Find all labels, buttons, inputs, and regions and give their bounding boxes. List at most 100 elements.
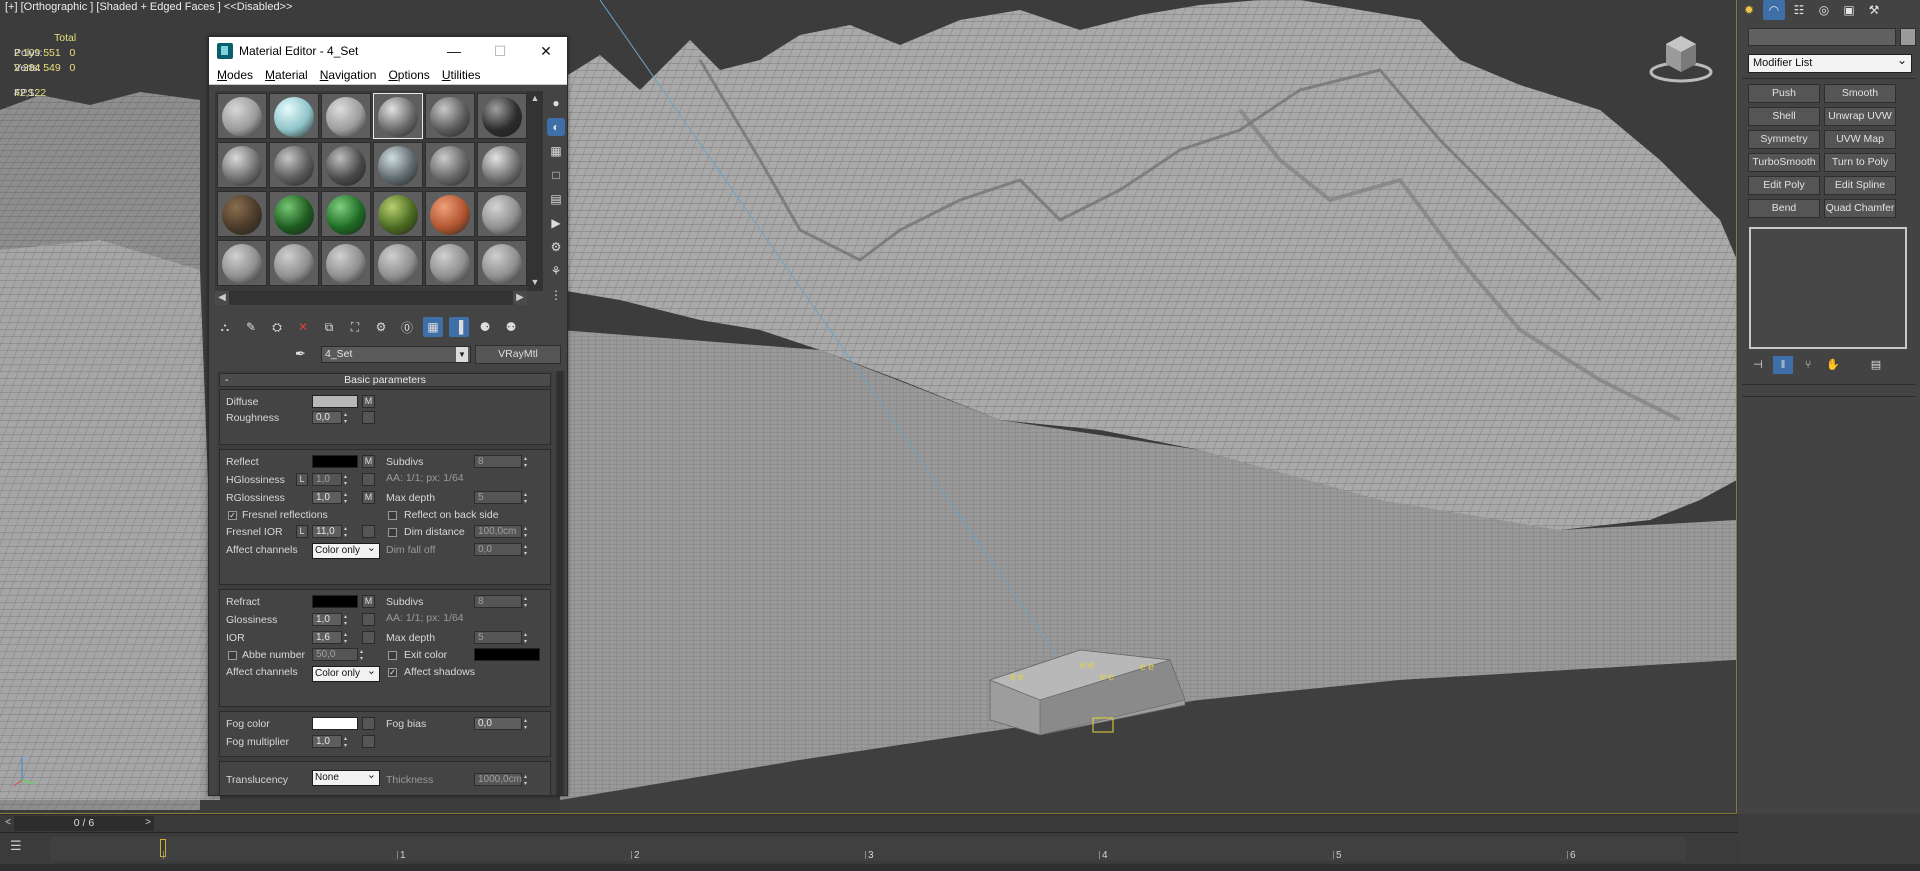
modifier-button-push[interactable]: Push <box>1748 84 1820 103</box>
modifier-button-turn-to-poly[interactable]: Turn to Poly <box>1824 153 1896 172</box>
modifier-button-quad-chamfer[interactable]: Quad Chamfer <box>1824 199 1896 218</box>
dim-falloff-spinner[interactable]: 0,0 <box>474 543 534 557</box>
material-slot[interactable] <box>373 240 423 286</box>
rglossiness-map-button[interactable]: M <box>362 491 375 504</box>
scroll-down-icon[interactable]: ▼ <box>529 277 541 289</box>
fog-multiplier-map-button[interactable] <box>362 735 375 748</box>
menu-material[interactable]: Material <box>265 68 308 82</box>
affect-shadows-checkbox[interactable]: ✓ <box>388 668 397 677</box>
next-frame-icon[interactable]: > <box>142 817 154 831</box>
make-unique-icon[interactable]: ⛶ <box>345 317 365 337</box>
curve-editor-icon[interactable]: ☰ <box>10 838 32 854</box>
background-icon[interactable]: ▦ <box>547 142 565 160</box>
material-name-field[interactable]: 4_Set ▼ <box>321 346 471 363</box>
material-slot[interactable] <box>217 191 267 237</box>
assign-to-selection-icon[interactable]: ⛭ <box>267 317 287 337</box>
modifier-button-symmetry[interactable]: Symmetry <box>1748 130 1820 149</box>
show-shaded-icon[interactable]: ▦ <box>423 317 443 337</box>
material-slot[interactable] <box>425 240 475 286</box>
reflect-subdivs-spinner[interactable]: 8 <box>474 455 534 469</box>
material-id-icon[interactable]: ⓪ <box>397 317 417 337</box>
diffuse-map-button[interactable]: M <box>362 395 375 408</box>
roughness-spinner[interactable]: 0,0 <box>312 411 354 425</box>
glossiness-map-button[interactable] <box>362 613 375 626</box>
configure-sets-icon[interactable]: ▤ <box>1866 356 1886 374</box>
show-end-result-icon[interactable]: ▐ <box>449 317 469 337</box>
material-slot[interactable] <box>425 93 475 139</box>
translucency-dropdown[interactable]: None <box>312 768 380 786</box>
menu-utilities[interactable]: Utilities <box>442 68 481 82</box>
hierarchy-tab-icon[interactable]: ☷ <box>1788 0 1810 20</box>
refract-maxdepth-spinner[interactable]: 5 <box>474 631 534 645</box>
material-explorer-icon[interactable]: ⋮ <box>547 286 565 304</box>
diffuse-color-swatch[interactable] <box>312 395 358 408</box>
material-slot[interactable] <box>269 142 319 188</box>
material-slot[interactable] <box>477 191 527 237</box>
reflect-maxdepth-spinner[interactable]: 5 <box>474 491 534 505</box>
scroll-up-icon[interactable]: ▲ <box>529 93 541 105</box>
modifier-button-bend[interactable]: Bend <box>1748 199 1820 218</box>
fog-multiplier-spinner[interactable]: 1,0 <box>312 735 354 749</box>
material-slot[interactable] <box>217 240 267 286</box>
fresnel-checkbox[interactable]: ✓ <box>228 511 237 520</box>
rglossiness-spinner[interactable]: 1,0 <box>312 491 354 505</box>
refract-subdivs-spinner[interactable]: 8 <box>474 595 534 609</box>
refract-color-swatch[interactable] <box>312 595 358 608</box>
modifier-button-edit-poly[interactable]: Edit Poly <box>1748 176 1820 195</box>
make-copy-icon[interactable]: ⧉ <box>319 317 339 337</box>
modify-tab-icon[interactable]: ◠ <box>1763 0 1785 20</box>
display-tab-icon[interactable]: ▣ <box>1838 0 1860 20</box>
material-type-button[interactable]: VRayMtl <box>475 345 561 364</box>
fog-bias-spinner[interactable]: 0,0 <box>474 717 534 731</box>
time-slider[interactable]: < 0 / 6 > <box>0 814 1738 832</box>
put-to-library-icon[interactable]: ⚙ <box>371 317 391 337</box>
scroll-right-icon[interactable]: ▶ <box>513 291 527 305</box>
go-forward-sibling-icon[interactable]: ⚉ <box>501 317 521 337</box>
modifier-button-shell[interactable]: Shell <box>1748 107 1820 126</box>
viewcube-icon[interactable] <box>1648 30 1714 84</box>
material-slot[interactable] <box>321 191 371 237</box>
material-slot[interactable] <box>477 240 527 286</box>
material-slot[interactable] <box>425 191 475 237</box>
close-button[interactable]: ✕ <box>523 37 569 65</box>
pin-stack-icon[interactable]: ⊣ <box>1748 356 1768 374</box>
motion-tab-icon[interactable]: ◎ <box>1813 0 1835 20</box>
refract-affect-channels-dropdown[interactable]: Color only <box>312 664 380 682</box>
material-slot[interactable] <box>477 93 527 139</box>
abbe-checkbox[interactable] <box>228 651 237 660</box>
hglossiness-lock-button[interactable]: L <box>296 473 308 486</box>
go-to-parent-icon[interactable]: ⚈ <box>475 317 495 337</box>
ior-spinner[interactable]: 1,6 <box>312 631 354 645</box>
dim-distance-spinner[interactable]: 100,0cm <box>474 525 534 539</box>
modifier-button-unwrap-uvw[interactable]: Unwrap UVW <box>1824 107 1896 126</box>
fog-color-swatch[interactable] <box>312 717 358 730</box>
make-preview-icon[interactable]: ▶ <box>547 214 565 232</box>
modifier-button-turbosmooth[interactable]: TurboSmooth <box>1748 153 1820 172</box>
reflect-color-swatch[interactable] <box>312 455 358 468</box>
hglossiness-spinner[interactable]: 1,0 <box>312 473 354 487</box>
material-slot[interactable] <box>217 142 267 188</box>
material-slot[interactable] <box>373 191 423 237</box>
reset-map-icon[interactable]: ✕ <box>293 317 313 337</box>
roughness-map-button[interactable] <box>362 411 375 424</box>
minimize-button[interactable]: — <box>431 37 477 65</box>
modifier-button-smooth[interactable]: Smooth <box>1824 84 1896 103</box>
color-check-icon[interactable]: ▤ <box>547 190 565 208</box>
refract-map-button[interactable]: M <box>362 595 375 608</box>
material-editor-titlebar[interactable]: Material Editor - 4_Set — ☐ ✕ <box>209 37 567 65</box>
slot-scrollbar[interactable]: ▲ ▼ <box>527 91 543 291</box>
reflect-backside-checkbox[interactable] <box>388 511 397 520</box>
fresnel-ior-lock-button[interactable]: L <box>296 525 308 538</box>
rollout-header[interactable]: - Basic parameters <box>219 373 551 387</box>
put-to-scene-icon[interactable]: ✎ <box>241 317 261 337</box>
fresnel-ior-map-button[interactable] <box>362 525 375 538</box>
scroll-thumb[interactable] <box>557 371 563 795</box>
modifier-list-dropdown[interactable]: Modifier List <box>1748 52 1912 73</box>
modifier-button-edit-spline[interactable]: Edit Spline <box>1824 176 1896 195</box>
sample-type-icon[interactable]: ● <box>547 94 565 112</box>
ior-map-button[interactable] <box>362 631 375 644</box>
options-icon[interactable]: ⚙ <box>547 238 565 256</box>
modifier-button-uvw-map[interactable]: UVW Map <box>1824 130 1896 149</box>
dim-distance-checkbox[interactable] <box>388 528 397 537</box>
select-by-material-icon[interactable]: ⚘ <box>547 262 565 280</box>
